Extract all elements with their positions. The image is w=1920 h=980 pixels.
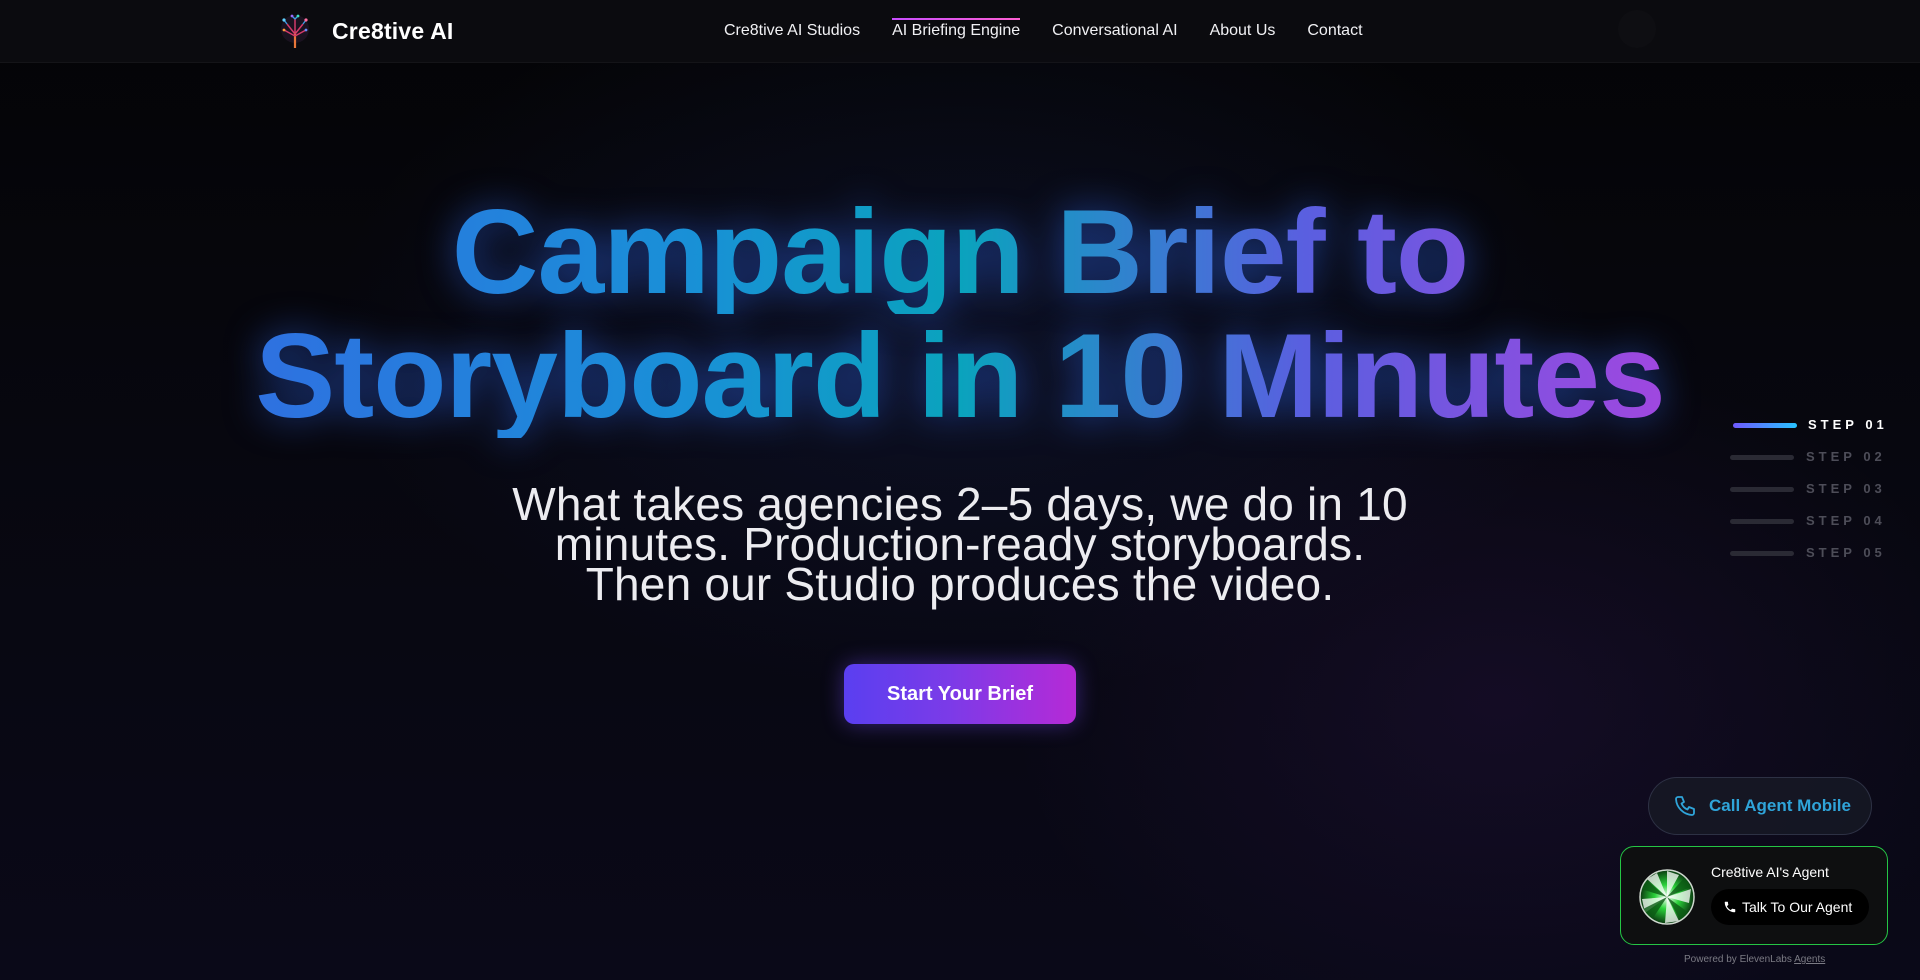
hero-subtitle-line-3: Then our Studio produces the video. <box>585 558 1335 610</box>
step-item-01[interactable]: STEP 01 <box>1730 416 1890 448</box>
step-label: STEP 05 <box>1806 545 1886 560</box>
start-brief-button[interactable]: Start Your Brief <box>844 664 1076 724</box>
nav-link-studios[interactable]: Cre8tive AI Studios <box>724 20 860 42</box>
phone-icon <box>1675 796 1695 816</box>
step-item-04[interactable]: STEP 04 <box>1730 512 1890 544</box>
step-item-05[interactable]: STEP 05 <box>1730 544 1890 576</box>
call-agent-mobile-button[interactable]: Call Agent Mobile <box>1648 777 1872 835</box>
talk-to-agent-button[interactable]: Talk To Our Agent <box>1711 889 1869 925</box>
agent-name: Cre8tive AI's Agent <box>1711 864 1829 880</box>
powered-by-text: Powered by ElevenLabs <box>1684 954 1792 965</box>
hero-subtitle: What takes agencies 2–5 days, we do in 1… <box>460 481 1460 610</box>
nav-menu-placeholder <box>1618 10 1656 48</box>
brand-name: Cre8tive AI <box>332 17 454 44</box>
step-bar <box>1730 519 1794 524</box>
hero-title-line-1: Campaign Brief to <box>0 190 1920 314</box>
hero-title-line-2: Storyboard in 10 Minutes <box>0 314 1920 438</box>
page: Cre8tive AI Cre8tive AI Studios AI Brief… <box>0 0 1920 980</box>
tree-logo-icon <box>281 14 309 48</box>
phone-icon <box>1724 901 1736 913</box>
nav-link-conversational-ai[interactable]: Conversational AI <box>1052 20 1177 42</box>
hero-title: Campaign Brief to Storyboard in 10 Minut… <box>0 190 1920 438</box>
call-agent-mobile-label: Call Agent Mobile <box>1709 796 1851 815</box>
nav-links: Cre8tive AI Studios AI Briefing Engine C… <box>724 18 1395 42</box>
talk-to-agent-label: Talk To Our Agent <box>1742 899 1853 915</box>
brand[interactable]: Cre8tive AI <box>276 13 454 49</box>
step-label: STEP 01 <box>1808 417 1888 432</box>
agent-orb-avatar <box>1639 869 1695 925</box>
nav-link-contact[interactable]: Contact <box>1307 20 1362 42</box>
step-bar <box>1730 487 1794 492</box>
step-item-03[interactable]: STEP 03 <box>1730 480 1890 512</box>
step-bar <box>1730 455 1794 460</box>
step-item-02[interactable]: STEP 02 <box>1730 448 1890 480</box>
step-label: STEP 04 <box>1806 513 1886 528</box>
top-navigation: Cre8tive AI Cre8tive AI Studios AI Brief… <box>0 0 1920 63</box>
step-label: STEP 02 <box>1806 449 1886 464</box>
nav-link-about-us[interactable]: About Us <box>1210 20 1276 42</box>
step-bar <box>1730 551 1794 556</box>
step-label: STEP 03 <box>1806 481 1886 496</box>
powered-by-agents-link[interactable]: Agents <box>1794 954 1825 965</box>
agent-widget: Cre8tive AI's Agent Talk To Our Agent <box>1620 846 1888 945</box>
powered-by-footer: Powered by ElevenLabs Agents <box>1684 954 1825 965</box>
step-bar <box>1733 423 1797 428</box>
nav-link-briefing-engine[interactable]: AI Briefing Engine <box>892 18 1021 42</box>
step-indicator: STEP 01 STEP 02 STEP 03 STEP 04 STEP 05 <box>1730 416 1890 576</box>
